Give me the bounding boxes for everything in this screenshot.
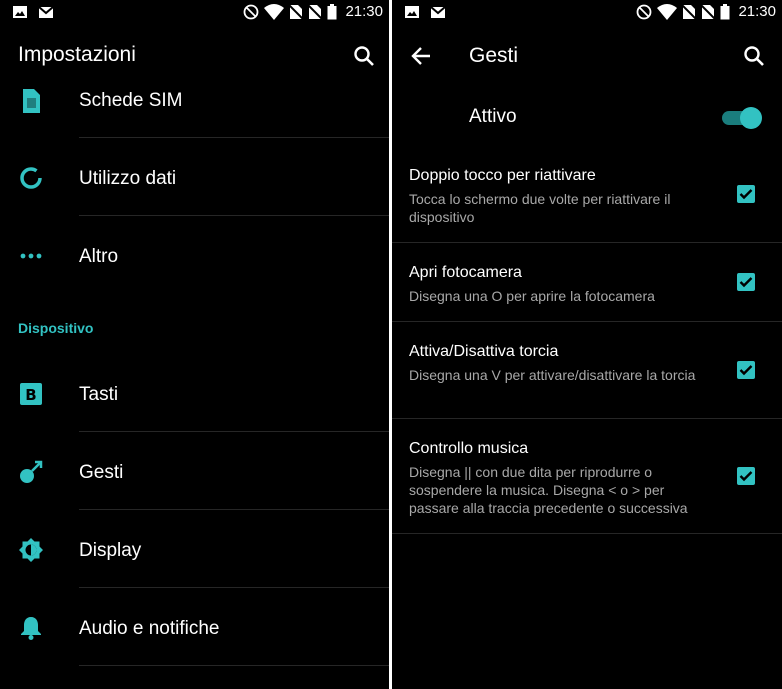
do-not-disturb-icon xyxy=(244,4,259,19)
settings-item-buttons[interactable]: B Tasti xyxy=(0,354,389,432)
gesture-title: Attiva/Disattiva torcia xyxy=(409,343,559,360)
settings-item-label: Schede SIM xyxy=(79,90,183,111)
settings-item-sound[interactable]: Audio e notifiche xyxy=(0,588,389,666)
master-switch-row[interactable]: Attivo xyxy=(392,92,782,142)
gesture-description: Tocca lo schermo due volte per riattivar… xyxy=(409,191,671,225)
gesture-item-music[interactable]: Controllo musica Disegna || con due dita… xyxy=(392,419,782,534)
status-time: 21:30 xyxy=(738,3,776,20)
settings-screen: 21:30 Impostazioni Schede SIM Utilizzo d… xyxy=(0,0,389,689)
page-title: Gesti xyxy=(469,44,519,67)
checkmark-icon xyxy=(739,471,753,482)
sim-card-icon xyxy=(18,88,44,114)
no-sim-icon xyxy=(289,3,304,20)
divider xyxy=(392,533,782,534)
search-button[interactable] xyxy=(740,42,768,70)
gesture-description: Disegna una O per aprire la fotocamera xyxy=(409,288,655,304)
settings-item-label: Altro xyxy=(79,246,119,267)
gesture-item-double-tap[interactable]: Doppio tocco per riattivare Tocca lo sch… xyxy=(392,156,782,243)
settings-item-gestures[interactable]: Gesti xyxy=(0,432,389,510)
settings-item-label: Gesti xyxy=(79,462,124,483)
do-not-disturb-icon xyxy=(637,4,652,19)
back-arrow-icon xyxy=(411,47,430,65)
wifi-icon xyxy=(264,3,285,20)
more-dots-icon xyxy=(18,243,44,269)
gestures-screen: 21:30 Gesti Attivo Doppio tocco per riat… xyxy=(392,0,782,689)
svg-text:B: B xyxy=(25,386,36,404)
gesture-description: Disegna || con due dita per riprodurre o… xyxy=(409,464,688,516)
settings-item-label: Audio e notifiche xyxy=(79,618,220,639)
settings-item-more[interactable]: Altro xyxy=(0,216,389,294)
master-switch-label: Attivo xyxy=(469,106,517,127)
battery-icon xyxy=(327,3,337,19)
image-notification-icon xyxy=(13,6,27,18)
gestures-icon xyxy=(18,459,44,485)
settings-item-label: Tasti xyxy=(79,384,119,405)
battery-icon xyxy=(720,3,730,19)
back-button[interactable] xyxy=(407,42,435,70)
buttons-icon: B xyxy=(18,381,44,407)
wifi-icon xyxy=(657,3,678,20)
gesture-checkbox[interactable] xyxy=(737,273,755,291)
gesture-checkbox[interactable] xyxy=(737,185,755,203)
status-bar: 21:30 xyxy=(0,0,389,26)
image-notification-icon xyxy=(405,6,419,18)
no-sim-icon-2 xyxy=(701,3,716,20)
toggle-thumb xyxy=(740,107,762,129)
search-icon xyxy=(744,46,764,66)
divider xyxy=(79,665,389,666)
gmail-notification-icon xyxy=(38,6,54,18)
settings-item-sim[interactable]: Schede SIM xyxy=(0,60,389,138)
gmail-notification-icon xyxy=(430,6,446,18)
checkmark-icon xyxy=(739,189,753,200)
gesture-checkbox[interactable] xyxy=(737,467,755,485)
gesture-checkbox[interactable] xyxy=(737,361,755,379)
gesture-item-camera[interactable]: Apri fotocamera Disegna una O per aprire… xyxy=(392,243,782,322)
settings-item-label: Utilizzo dati xyxy=(79,168,177,189)
gesture-title: Controllo musica xyxy=(409,440,529,457)
settings-item-label: Display xyxy=(79,540,142,561)
gesture-item-flashlight[interactable]: Attiva/Disattiva torcia Disegna una V pe… xyxy=(392,322,782,419)
no-sim-icon xyxy=(682,3,697,20)
gesture-title: Doppio tocco per riattivare xyxy=(409,167,596,184)
status-time: 21:30 xyxy=(345,3,383,20)
gesture-title: Apri fotocamera xyxy=(409,264,522,281)
bell-icon xyxy=(18,615,44,641)
checkmark-icon xyxy=(739,365,753,376)
gesture-description: Disegna una V per attivare/disattivare l… xyxy=(409,367,696,383)
data-usage-icon xyxy=(18,165,44,191)
master-toggle[interactable] xyxy=(722,106,762,129)
checkmark-icon xyxy=(739,277,753,288)
brightness-icon xyxy=(18,537,44,563)
settings-item-data-usage[interactable]: Utilizzo dati xyxy=(0,138,389,216)
status-bar: 21:30 xyxy=(392,0,782,26)
no-sim-icon-2 xyxy=(308,3,323,20)
section-header-device: Dispositivo xyxy=(18,320,94,336)
settings-item-display[interactable]: Display xyxy=(0,510,389,588)
